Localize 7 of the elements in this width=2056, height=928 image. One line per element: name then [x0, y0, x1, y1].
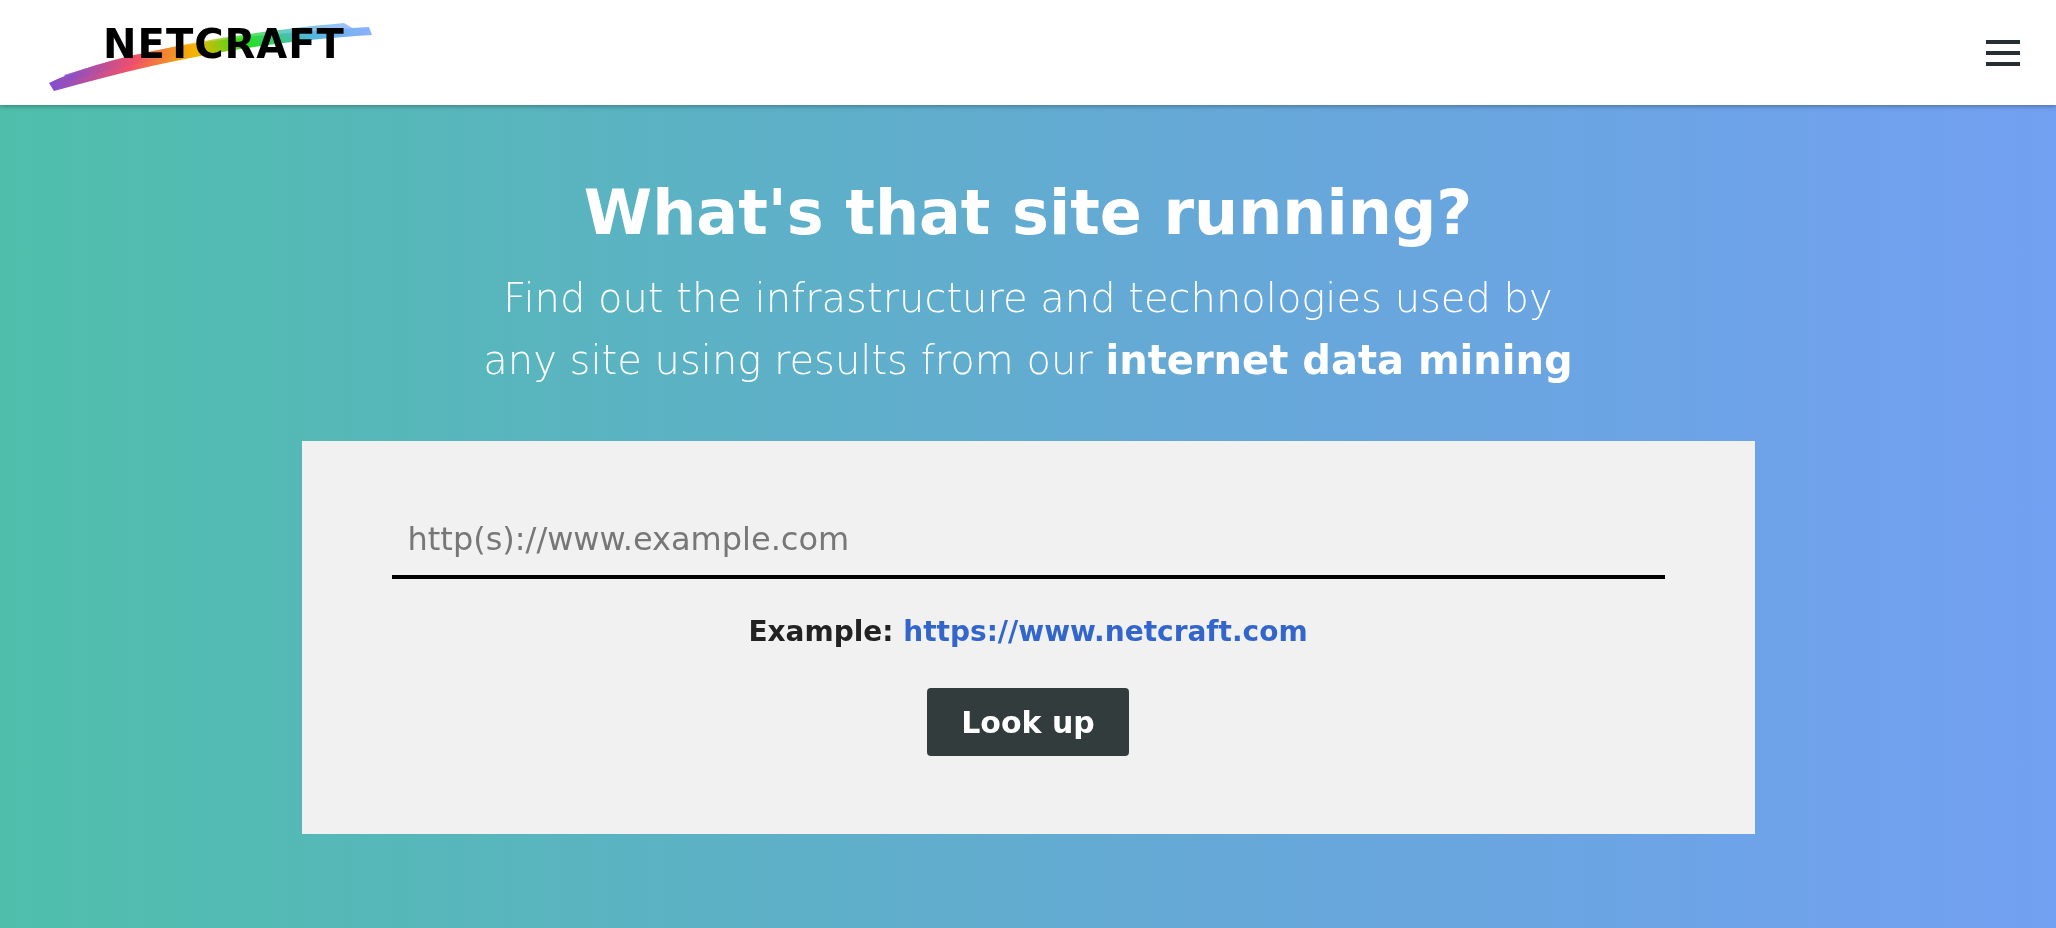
- look-up-button[interactable]: Look up: [927, 688, 1129, 756]
- example-link[interactable]: https://www.netcraft.com: [903, 615, 1308, 648]
- url-input-field[interactable]: http(s)://www.example.com: [391, 503, 1665, 579]
- menu-icon[interactable]: [1986, 39, 2020, 66]
- hero-title: What's that site running?: [583, 175, 1473, 251]
- hero-subtitle: Find out the infrastructure and technologies used by any site using results from our internet data mining: [483, 274, 1573, 385]
- example-label: Example:: [748, 615, 894, 648]
